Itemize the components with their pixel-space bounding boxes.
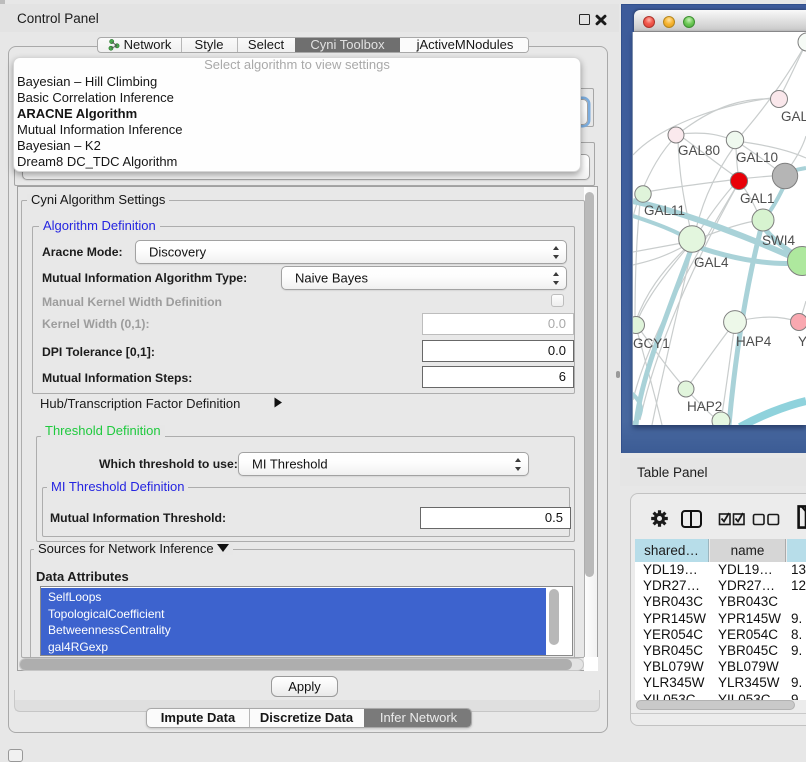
svg-text:SWI4: SWI4: [762, 233, 795, 248]
svg-text:GAL11: GAL11: [644, 203, 685, 218]
svg-text:Y: Y: [798, 334, 806, 349]
svg-text:GAL10: GAL10: [736, 150, 778, 165]
svg-text:GCY1: GCY1: [633, 336, 670, 351]
svg-text:GAL4: GAL4: [694, 255, 729, 270]
svg-text:GAL1: GAL1: [740, 191, 775, 206]
svg-text:HAP4: HAP4: [736, 334, 772, 349]
svg-text:HAP2: HAP2: [687, 399, 722, 414]
svg-text:GAL2: GAL2: [781, 109, 806, 124]
svg-text:GAL80: GAL80: [678, 143, 720, 158]
